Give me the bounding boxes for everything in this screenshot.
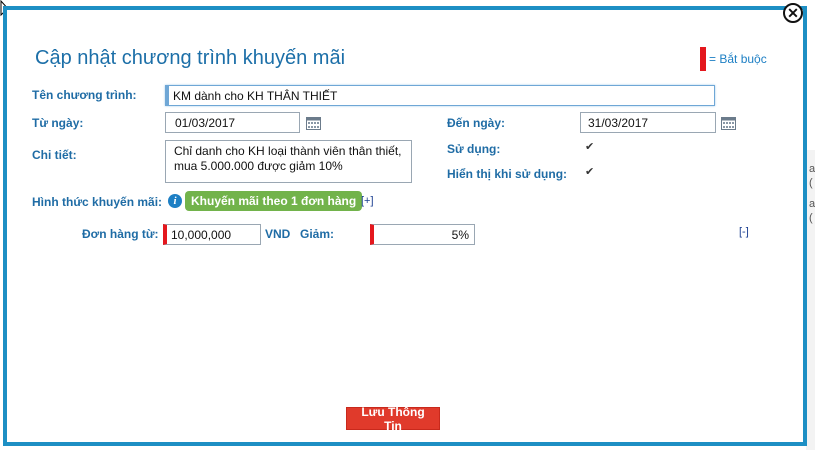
program-name-input[interactable]: KM dành cho KH THÂN THIẾT: [165, 85, 715, 106]
dialog-title: Cập nhật chương trình khuyến mãi: [35, 47, 346, 69]
background-text: (: [809, 177, 813, 189]
calendar-icon[interactable]: [721, 117, 736, 130]
save-button[interactable]: Lưu Thông Tin: [346, 405, 440, 433]
background-text: a: [809, 198, 815, 210]
background-text: a: [809, 163, 815, 175]
in-use-checkbox[interactable]: ✔: [585, 140, 594, 153]
order-from-input[interactable]: 10,000,000: [163, 224, 261, 245]
add-condition-link[interactable]: [+]: [361, 195, 374, 207]
in-use-label: Sử dụng:: [447, 142, 501, 156]
to-date-input[interactable]: 31/03/2017: [580, 112, 716, 133]
from-date-input[interactable]: 01/03/2017: [165, 112, 300, 133]
required-legend: = Bắt buộc: [700, 47, 767, 71]
currency-unit: VND: [265, 227, 291, 241]
discount-label: Giảm:: [300, 227, 335, 241]
discount-input[interactable]: 5%: [370, 224, 475, 245]
remove-condition-link[interactable]: [-]: [739, 226, 749, 238]
promotion-dialog: Cập nhật chương trình khuyến mãi = Bắt b…: [3, 6, 807, 446]
info-icon[interactable]: i: [168, 194, 182, 208]
required-marker: [700, 47, 706, 71]
show-on-use-label: Hiển thị khi sử dụng:: [447, 167, 568, 181]
show-on-use-checkbox[interactable]: ✔: [585, 165, 594, 178]
to-date-label: Đến ngày:: [447, 116, 506, 130]
required-legend-text: = Bắt buộc: [709, 52, 767, 66]
background-text: (: [809, 212, 813, 224]
detail-label: Chi tiết:: [32, 148, 77, 162]
from-date-label: Từ ngày:: [32, 116, 84, 130]
background-page-edge: [806, 150, 815, 450]
promo-type-badge[interactable]: Khuyến mãi theo 1 đơn hàng: [185, 191, 363, 211]
promo-type-label: Hình thức khuyến mãi:: [32, 195, 163, 209]
detail-textarea[interactable]: Chỉ danh cho KH loại thành viên thân thi…: [165, 140, 412, 183]
calendar-icon[interactable]: [306, 117, 321, 130]
close-icon[interactable]: ✕: [783, 3, 803, 23]
order-from-label: Đơn hàng từ:: [82, 227, 159, 241]
program-name-label: Tên chương trình:: [32, 88, 137, 102]
